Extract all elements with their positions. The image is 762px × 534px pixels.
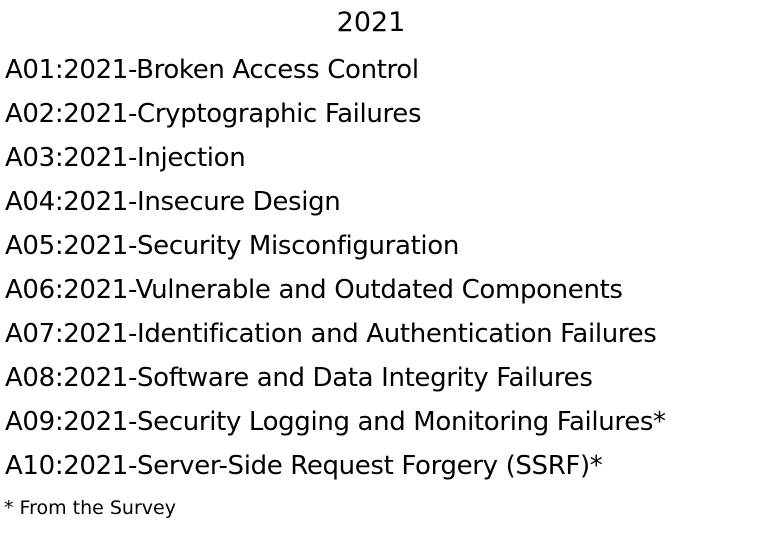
risk-list: A01:2021-Broken Access Control A02:2021-… bbox=[5, 48, 666, 488]
list-item: A03:2021-Injection bbox=[5, 143, 246, 173]
list-item: A09:2021-Security Logging and Monitoring… bbox=[5, 407, 666, 437]
list-item: A08:2021-Software and Data Integrity Fai… bbox=[5, 363, 593, 393]
list-item: A10:2021-Server-Side Request Forgery (SS… bbox=[5, 451, 603, 481]
document: 2021 A01:2021-Broken Access Control A02:… bbox=[0, 0, 762, 534]
list-item: A07:2021-Identification and Authenticati… bbox=[5, 319, 657, 349]
footnote: * From the Survey bbox=[4, 497, 176, 519]
list-item: A04:2021-Insecure Design bbox=[5, 187, 341, 217]
page-title: 2021 bbox=[336, 7, 406, 38]
list-item: A06:2021-Vulnerable and Outdated Compone… bbox=[5, 275, 623, 305]
list-item: A05:2021-Security Misconfiguration bbox=[5, 231, 459, 261]
list-item: A02:2021-Cryptographic Failures bbox=[5, 99, 422, 129]
list-item: A01:2021-Broken Access Control bbox=[5, 55, 419, 85]
